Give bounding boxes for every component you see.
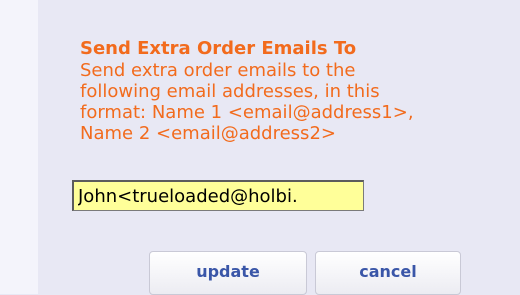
extra-emails-input[interactable] bbox=[72, 180, 364, 211]
cancel-button[interactable]: cancel bbox=[315, 251, 461, 295]
description-line: following email addresses, in this bbox=[80, 81, 380, 102]
description-line: format: Name 1 <email@address1>, bbox=[80, 102, 414, 123]
section-description: Send extra order emails to the following… bbox=[80, 60, 520, 144]
description-line: Name 2 <email@address2> bbox=[80, 123, 336, 144]
left-margin-strip bbox=[0, 0, 38, 294]
description-line: Send extra order emails to the bbox=[80, 60, 356, 81]
section-title: Send Extra Order Emails To bbox=[80, 38, 357, 59]
update-button[interactable]: update bbox=[149, 251, 307, 295]
